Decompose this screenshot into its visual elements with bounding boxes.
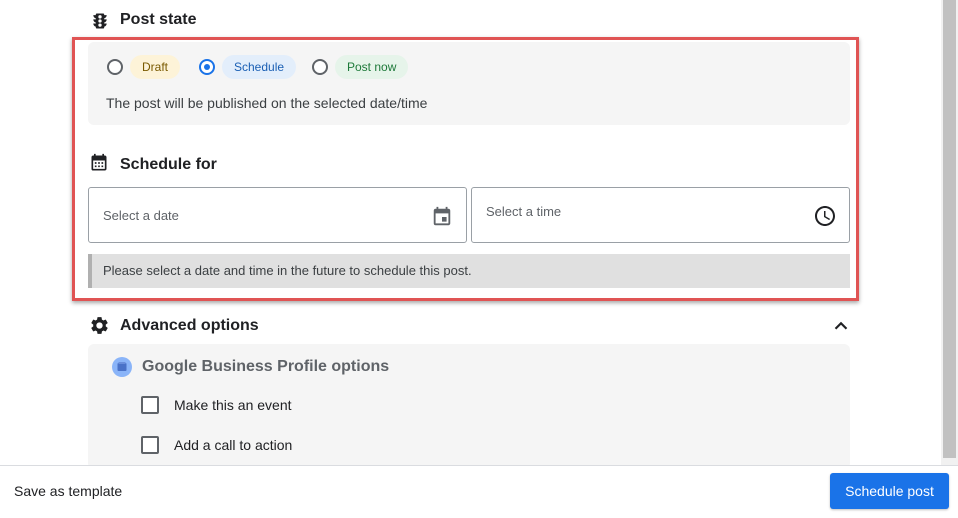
traffic-light-icon <box>93 13 107 29</box>
advanced-options-title: Advanced options <box>120 317 259 334</box>
gear-icon <box>91 317 108 334</box>
schedule-post-button[interactable]: Schedule post <box>830 473 949 509</box>
highlight-box <box>72 37 859 301</box>
footer-bar <box>0 465 958 518</box>
cta-checkbox[interactable] <box>141 436 159 454</box>
save-as-template-button[interactable]: Save as template <box>14 483 122 499</box>
post-state-title: Post state <box>120 11 197 28</box>
gbp-logo-icon <box>112 357 132 377</box>
scrollbar-thumb[interactable] <box>943 0 956 458</box>
chevron-up-icon[interactable] <box>830 315 852 337</box>
gbp-options-title: Google Business Profile options <box>142 358 390 375</box>
event-checkbox[interactable] <box>141 396 159 414</box>
schedule-post-label: Schedule post <box>845 483 934 499</box>
cta-checkbox-label[interactable]: Add a call to action <box>174 437 292 453</box>
event-checkbox-label[interactable]: Make this an event <box>174 397 292 413</box>
